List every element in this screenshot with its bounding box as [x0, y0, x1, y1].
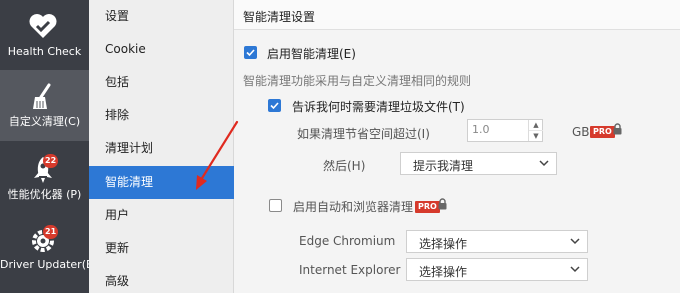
nav-custom-clean[interactable]: 自定义清理(C) [0, 70, 89, 141]
settings-nav: 设置 Cookie 包括 排除 清理计划 智能清理 用户 更新 高级 [89, 0, 234, 293]
nav-driver-updater-label: Driver Updater(E) [0, 258, 98, 271]
ie-action-value: 选择操作 [419, 265, 468, 279]
settings-item-include[interactable]: 包括 [89, 66, 234, 99]
spinner-up-button[interactable]: ▲ [529, 120, 543, 131]
edge-action-value: 选择操作 [419, 237, 468, 251]
smart-clean-description: 智能清理功能采用与自定义清理相同的规则 [243, 74, 472, 88]
threshold-spinner[interactable]: 1.0 ▲ ▼ [467, 119, 543, 142]
then-action-select[interactable]: 提示我清理 [400, 152, 557, 175]
threshold-value: 1.0 [472, 123, 490, 136]
auto-browser-clean-checkbox[interactable] [269, 199, 282, 212]
pro-badge: PRO [415, 201, 440, 213]
smart-clean-panel: 智能清理设置 启用智能清理(E) 智能清理功能采用与自定义清理相同的规则 告诉我… [234, 0, 680, 293]
notify-label[interactable]: 告诉我何时需要清理垃圾文件(T) [292, 98, 465, 115]
edge-action-select[interactable]: 选择操作 [406, 230, 588, 253]
optimizer-badge: 22 [43, 154, 59, 168]
browser-name-ie: Internet Explorer [299, 263, 401, 277]
settings-item-advanced[interactable]: 高级 [89, 265, 234, 293]
ie-action-select[interactable]: 选择操作 [406, 258, 588, 281]
nav-custom-clean-label: 自定义清理(C) [8, 115, 81, 128]
check-icon [246, 49, 255, 57]
notify-checkbox[interactable] [268, 99, 281, 112]
threshold-label: 如果清理节省空间超过(I) [297, 127, 430, 141]
settings-item-smart-clean[interactable]: 智能清理 [89, 166, 234, 199]
enable-smart-clean-checkbox[interactable] [244, 46, 257, 59]
spinner-buttons: ▲ ▼ [528, 120, 543, 142]
check-icon [270, 102, 279, 110]
auto-browser-clean-label[interactable]: 启用自动和浏览器清理 [293, 198, 413, 215]
spinner-down-button[interactable]: ▼ [529, 131, 543, 142]
page-title: 智能清理设置 [243, 10, 316, 24]
broom-icon [33, 83, 51, 109]
panel-header: 智能清理设置 [234, 0, 680, 30]
nav-performance-optimizer-label: 性能优化器 (P) [7, 188, 82, 201]
pro-badge: PRO [590, 126, 615, 138]
heart-icon [29, 14, 57, 38]
lock-icon [438, 198, 447, 210]
settings-item-settings[interactable]: 设置 [89, 0, 234, 33]
nav-performance-optimizer[interactable]: 22 性能优化器 (P) [0, 141, 89, 215]
nav-health-check[interactable]: Health Check [0, 0, 89, 70]
lock-icon [613, 123, 622, 135]
chevron-down-icon [539, 160, 549, 167]
nav-health-check-label: Health Check [7, 45, 82, 58]
settings-item-updates[interactable]: 更新 [89, 232, 234, 265]
enable-smart-clean-label[interactable]: 启用智能清理(E) [267, 45, 356, 62]
nav-driver-updater[interactable]: 21 Driver Updater(E) [0, 215, 98, 293]
settings-item-schedule[interactable]: 清理计划 [89, 132, 234, 165]
settings-item-users[interactable]: 用户 [89, 199, 234, 232]
then-action-value: 提示我清理 [413, 159, 474, 173]
chevron-down-icon [570, 238, 580, 245]
main-sidebar: Health Check 自定义清理(C) 22 性能优化器 (P) 21 Dr… [0, 0, 98, 293]
settings-item-exclude[interactable]: 排除 [89, 99, 234, 132]
threshold-unit: GB [572, 125, 590, 139]
settings-item-cookie[interactable]: Cookie [89, 33, 234, 66]
then-label: 然后(H) [323, 159, 366, 173]
driver-badge: 21 [43, 225, 59, 239]
browser-name-edge: Edge Chromium [299, 234, 396, 248]
chevron-down-icon [570, 266, 580, 273]
